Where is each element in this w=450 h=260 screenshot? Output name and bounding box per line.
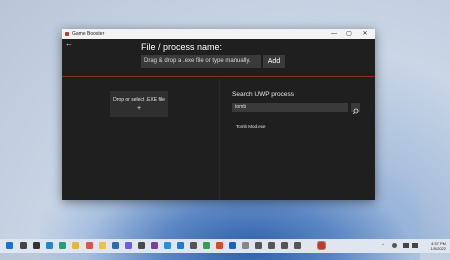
teams-icon[interactable] (125, 242, 132, 249)
taskbar: ^ 4:37 PM 1/5/2022 (0, 239, 450, 253)
clock-date: 1/5/2022 (430, 246, 446, 251)
back-arrow-icon[interactable]: ← (65, 40, 73, 48)
drop-exe-zone[interactable]: Drop or select .EXE file + (110, 91, 168, 117)
uwp-result-item[interactable]: Tomb Mod.exe (236, 124, 266, 129)
file-process-input[interactable]: Drag & drop a .exe file or type manually… (141, 55, 261, 68)
header-divider (62, 76, 375, 77)
game-booster-icon[interactable] (317, 241, 326, 250)
widgets-icon[interactable] (46, 242, 53, 249)
photos-icon[interactable] (164, 242, 171, 249)
search-icon[interactable] (20, 242, 27, 249)
drop-zone-label: Drop or select .EXE file (113, 97, 165, 103)
wifi-icon[interactable] (403, 243, 409, 248)
task-view-icon[interactable] (33, 242, 40, 249)
app-content: ← File / process name: Drag & drop a .ex… (62, 39, 375, 200)
uwp-search-input[interactable]: tomb (232, 103, 348, 112)
onenote-icon[interactable] (151, 242, 158, 249)
window-titlebar[interactable]: Game Booster — ▢ ✕ (62, 29, 375, 39)
calendar-icon[interactable] (242, 242, 249, 249)
app-taskbar-icon[interactable] (255, 242, 262, 249)
maps-icon[interactable] (203, 242, 210, 249)
close-button[interactable]: ✕ (359, 29, 371, 39)
outlook-icon[interactable] (229, 242, 236, 249)
cloud-icon[interactable] (392, 243, 397, 248)
app-window: Game Booster — ▢ ✕ ← File / process name… (62, 29, 375, 200)
mail-icon[interactable] (86, 242, 93, 249)
settings-icon[interactable] (190, 242, 197, 249)
search-button[interactable] (351, 103, 360, 115)
volume-icon[interactable] (412, 243, 418, 248)
plus-icon: + (136, 105, 142, 112)
add-button[interactable]: Add (263, 55, 285, 68)
explorer-icon[interactable] (99, 242, 106, 249)
app-icon (65, 32, 69, 36)
search-icon (352, 108, 359, 115)
vscode-icon[interactable] (177, 242, 184, 249)
system-clock[interactable]: 4:37 PM 1/5/2022 (422, 241, 446, 251)
maximize-button[interactable]: ▢ (343, 29, 355, 39)
panel-divider (219, 79, 220, 200)
chrome-icon[interactable] (72, 242, 79, 249)
minimize-button[interactable]: — (328, 29, 340, 39)
taskbar-icon[interactable] (294, 242, 301, 249)
store-icon[interactable] (112, 242, 119, 249)
page-title: File / process name: (141, 42, 223, 52)
uwp-search-title: Search UWP process (232, 91, 295, 98)
notepad-icon[interactable] (138, 242, 145, 249)
office-icon[interactable] (216, 242, 223, 249)
windows-start-icon[interactable] (6, 242, 13, 249)
edge-icon[interactable] (59, 242, 66, 249)
taskbar-icon[interactable] (281, 242, 288, 249)
tray-overflow-icon[interactable]: ^ (382, 242, 384, 247)
window-title: Game Booster (72, 31, 105, 37)
taskbar-icon[interactable] (268, 242, 275, 249)
